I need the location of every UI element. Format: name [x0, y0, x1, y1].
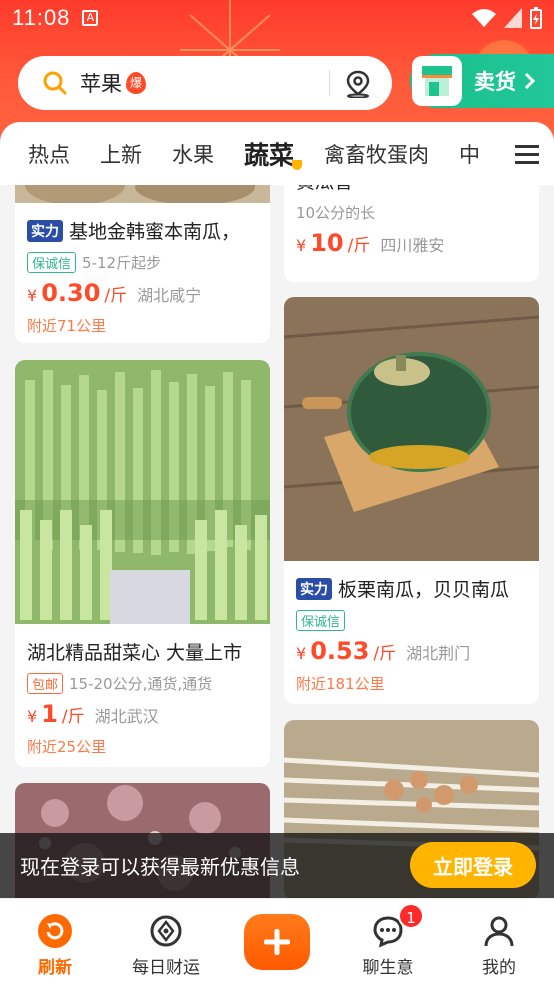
chat-unread-badge: 1	[398, 903, 424, 929]
product-desc: 15-20公分,通货,通货	[69, 675, 213, 693]
strength-badge: 实力	[296, 577, 332, 600]
search-icon	[43, 71, 67, 95]
category-tabs: 热点 上新 水果 蔬菜 禽畜牧蛋肉 中	[0, 122, 554, 185]
nav-chat[interactable]: 聊生意	[333, 913, 443, 978]
price-unit: /斤	[373, 644, 397, 664]
distance: 附近181公里	[296, 675, 385, 693]
distance: 附近25公里	[27, 738, 107, 756]
product-image	[15, 360, 270, 624]
user-icon	[484, 916, 514, 947]
menu-icon[interactable]	[500, 122, 554, 185]
currency-symbol: ¥	[27, 707, 38, 726]
product-card-chestnut-pumpkin[interactable]: 实力 板栗南瓜，贝贝南瓜 保诚信 ¥ 0.53 /斤 湖北荆门 附近181公里	[284, 297, 539, 704]
refresh-icon	[38, 914, 72, 948]
login-prompt-text: 现在登录可以获得最新优惠信息	[20, 855, 300, 879]
origin-place: 湖北咸宁	[137, 286, 202, 305]
product-title: 板栗南瓜，贝贝南瓜	[338, 579, 510, 601]
publish-plus-button[interactable]	[244, 914, 310, 970]
product-title: 黄瓜香	[296, 185, 353, 194]
nav-daily-fortune[interactable]: 每日财运	[111, 913, 221, 978]
price-unit: /斤	[104, 286, 128, 306]
tab-new[interactable]: 上新	[100, 139, 142, 169]
tab-livestock-eggs-meat[interactable]: 禽畜牧蛋肉	[324, 139, 429, 169]
currency-symbol: ¥	[296, 644, 307, 663]
distance: 附近71公里	[27, 317, 107, 335]
currency-symbol: ¥	[27, 286, 38, 305]
price: 10	[310, 229, 344, 257]
integrity-tag: 保诚信	[27, 252, 77, 273]
product-title: 湖北精品甜菜心 大量上市	[27, 642, 243, 664]
wifi-icon	[472, 9, 496, 27]
integrity-tag: 保诚信	[296, 610, 346, 631]
product-card-pumpkin-kabocha[interactable]: 实力 基地金韩蜜本南瓜， 保诚信 5-12斤起步 ¥ 0.30 /斤 湖北咸宁 …	[15, 185, 270, 343]
battery-icon	[530, 7, 542, 29]
signal-icon	[504, 8, 522, 28]
tab-fruit[interactable]: 水果	[172, 139, 214, 169]
tab-more[interactable]: 中	[459, 139, 480, 169]
nav-refresh-label: 刷新	[38, 958, 72, 978]
price: 1	[41, 700, 58, 728]
product-image	[15, 185, 270, 205]
nav-mine[interactable]: 我的	[444, 913, 554, 978]
nav-refresh[interactable]: 刷新	[0, 913, 110, 978]
nav-mine-label: 我的	[482, 958, 516, 978]
hot-badge: 爆	[126, 72, 146, 94]
status-time: 11:08	[12, 5, 71, 30]
currency-symbol: ¥	[296, 236, 307, 255]
tab-vegetables[interactable]: 蔬菜	[244, 136, 303, 172]
min-quantity: 5-12斤起步	[82, 254, 162, 272]
sell-button[interactable]: 卖货	[410, 54, 554, 108]
origin-place: 四川雅安	[380, 236, 445, 255]
nav-chat-label: 聊生意	[362, 958, 414, 978]
shop-icon	[412, 56, 462, 106]
location-pin-icon[interactable]	[344, 70, 372, 98]
login-banner: 现在登录可以获得最新优惠信息 立即登录	[0, 833, 554, 898]
product-desc: 10公分的长	[296, 204, 376, 222]
search-bar[interactable]: 苹果 爆	[18, 56, 392, 110]
notification-a-icon: A	[82, 10, 99, 26]
product-image	[284, 297, 539, 561]
product-card-cucumber-fragrant[interactable]: 黄瓜香 10公分的长 ¥ 10 /斤 四川雅安	[284, 185, 539, 282]
origin-place: 湖北荆门	[406, 644, 471, 663]
price-unit: /斤	[61, 707, 85, 727]
free-shipping-tag: 包邮	[27, 673, 64, 694]
chevron-right-icon	[524, 72, 536, 90]
plus-icon	[264, 929, 290, 955]
origin-place: 湖北武汉	[94, 707, 159, 726]
search-query: 苹果	[80, 72, 122, 96]
product-card-sweet-choy-sum[interactable]: 湖北精品甜菜心 大量上市 包邮 15-20公分,通货,通货 ¥ 1 /斤 湖北武…	[15, 360, 270, 767]
search-divider	[329, 70, 330, 96]
price-unit: /斤	[347, 236, 371, 256]
nav-daily-fortune-label: 每日财运	[132, 958, 200, 978]
product-feed: 实力 基地金韩蜜本南瓜， 保诚信 5-12斤起步 ¥ 0.30 /斤 湖北咸宁 …	[0, 185, 554, 898]
integrity-icon: 保	[32, 257, 46, 272]
price: 0.53	[310, 637, 370, 665]
price: 0.30	[41, 279, 101, 307]
strength-badge: 实力	[27, 219, 63, 242]
tab-hot[interactable]: 热点	[28, 139, 70, 169]
sell-label: 卖货	[474, 70, 516, 94]
login-now-button[interactable]: 立即登录	[410, 842, 536, 888]
status-bar: 11:08 A	[0, 0, 554, 36]
compass-icon	[150, 915, 182, 947]
header: 11:08 A 苹果 爆 卖货 热点 上新 水果 蔬菜 禽畜牧蛋肉 中	[0, 0, 554, 185]
product-title: 基地金韩蜜本南瓜，	[69, 221, 241, 243]
integrity-icon: 保	[301, 615, 315, 630]
